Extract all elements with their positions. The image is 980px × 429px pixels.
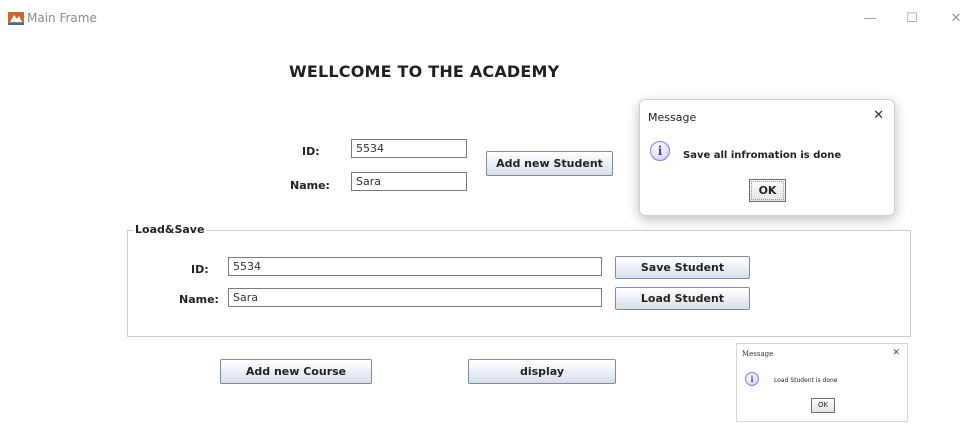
- close-button[interactable]: ✕: [947, 10, 965, 28]
- load-save-panel-title: Load&Save: [133, 223, 207, 236]
- add-new-student-button[interactable]: Add new Student: [486, 151, 613, 176]
- display-button[interactable]: display: [468, 359, 616, 384]
- save-message-dialog: Message ✕ i Save all infromation is done…: [639, 99, 895, 216]
- save-dialog-ok-button[interactable]: OK: [749, 179, 786, 202]
- info-icon: i: [650, 141, 670, 161]
- java-app-icon: [8, 12, 24, 25]
- load-dialog-ok-button[interactable]: OK: [811, 398, 835, 413]
- save-dialog-close-button[interactable]: ✕: [873, 108, 884, 123]
- load-dialog-message: Load Student is done: [774, 377, 838, 384]
- add-new-course-button[interactable]: Add new Course: [220, 359, 372, 384]
- load-dialog-close-button[interactable]: ✕: [892, 348, 900, 358]
- maximize-button[interactable]: ☐: [903, 10, 921, 28]
- ok-label: OK: [758, 184, 777, 197]
- load-id-label: ID:: [191, 263, 209, 276]
- save-dialog-title: Message: [648, 111, 697, 124]
- top-name-field[interactable]: Sara: [351, 172, 467, 191]
- top-id-label: ID:: [302, 145, 320, 158]
- load-message-dialog: Message ✕ i Load Student is done OK: [736, 343, 908, 422]
- top-id-field[interactable]: 5534: [351, 139, 467, 158]
- load-name-field[interactable]: Sara: [228, 288, 602, 307]
- main-frame-window: Main Frame — ☐ ✕ WELLCOME TO THE ACADEMY…: [0, 0, 980, 429]
- load-student-button[interactable]: Load Student: [615, 287, 750, 310]
- info-icon: i: [745, 372, 759, 386]
- save-student-button[interactable]: Save Student: [615, 256, 750, 279]
- window-title: Main Frame: [27, 11, 97, 25]
- page-heading: WELLCOME TO THE ACADEMY: [289, 62, 560, 81]
- save-dialog-message: Save all infromation is done: [683, 150, 842, 161]
- load-save-panel: [127, 230, 911, 337]
- ok-label: OK: [817, 401, 829, 409]
- minimize-button[interactable]: —: [861, 10, 879, 28]
- load-name-label: Name:: [179, 293, 219, 306]
- top-name-label: Name:: [290, 179, 330, 192]
- load-id-field[interactable]: 5534: [228, 257, 602, 276]
- title-bar[interactable]: Main Frame — ☐ ✕: [0, 0, 980, 40]
- load-dialog-title: Message: [742, 350, 774, 358]
